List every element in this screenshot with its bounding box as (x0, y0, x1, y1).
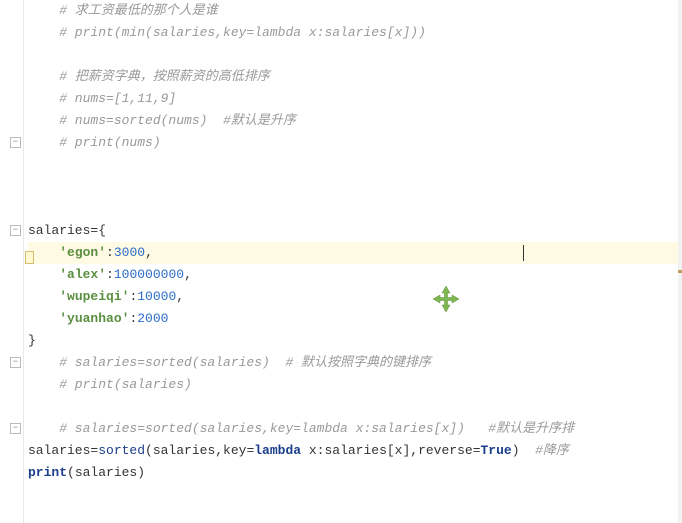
warning-highlight (25, 251, 34, 264)
caret-marker (678, 270, 682, 273)
fold-toggle-icon[interactable]: − (10, 357, 21, 368)
keyword-true: True (481, 443, 512, 458)
code-line[interactable]: − # salaries=sorted(salaries,key=lambda … (28, 418, 682, 440)
right-scrollbar-track (678, 0, 682, 523)
code-editor[interactable]: # 求工资最低的那个人是谁 # print(min(salaries,key=l… (0, 0, 682, 523)
text-cursor (523, 245, 524, 261)
code-line[interactable]: # nums=[1,11,9] (28, 88, 682, 110)
code-line[interactable] (28, 44, 682, 66)
code-line[interactable]: } (28, 330, 682, 352)
code-line[interactable] (28, 154, 682, 176)
comment-text: # print(salaries) (28, 377, 192, 392)
dict-value: 100000000 (114, 267, 184, 282)
code-line[interactable]: # print(min(salaries,key=lambda x:salari… (28, 22, 682, 44)
comment-text: # print(min(salaries,key=lambda x:salari… (28, 25, 426, 40)
code-line[interactable]: 'wupeiqi':10000, (28, 286, 682, 308)
code-line[interactable]: − # print(nums) (28, 132, 682, 154)
code-line[interactable]: # nums=sorted(nums) #默认是升序 (28, 110, 682, 132)
builtin-print: print (28, 465, 67, 480)
dict-key: 'wupeiqi' (59, 289, 129, 304)
code-line[interactable] (28, 176, 682, 198)
code-line[interactable]: 'alex':100000000, (28, 264, 682, 286)
comment-text: # salaries=sorted(salaries,key=lambda x:… (28, 421, 574, 436)
code-line[interactable]: # 把薪资字典，按照薪资的高低排序 (28, 66, 682, 88)
fold-toggle-icon[interactable]: − (10, 423, 21, 434)
fold-toggle-icon[interactable]: − (10, 137, 21, 148)
comment-text: # nums=[1,11,9] (28, 91, 176, 106)
dict-key: 'alex' (59, 267, 106, 282)
dict-value: 2000 (137, 311, 168, 326)
code-line[interactable]: # print(salaries) (28, 374, 682, 396)
code-line[interactable]: −salaries={ (28, 220, 682, 242)
dict-key: 'yuanhao' (59, 311, 129, 326)
comment-text: # print(nums) (28, 135, 161, 150)
code-line[interactable] (28, 198, 682, 220)
dict-value: 10000 (137, 289, 176, 304)
code-area[interactable]: # 求工资最低的那个人是谁 # print(min(salaries,key=l… (24, 0, 682, 523)
code-line[interactable] (28, 396, 682, 418)
code-line[interactable]: 'egon':3000, (28, 242, 682, 264)
comment-text: # 求工资最低的那个人是谁 (28, 3, 218, 18)
code-line[interactable]: # 求工资最低的那个人是谁 (28, 0, 682, 22)
code-line[interactable]: 'yuanhao':2000 (28, 308, 682, 330)
dict-value: 3000 (114, 245, 145, 260)
comment-text: # salaries=sorted(salaries) # 默认按照字典的键排序 (28, 355, 431, 370)
code-line[interactable]: salaries=sorted(salaries,key=lambda x:sa… (28, 440, 682, 462)
gutter (0, 0, 24, 523)
fold-toggle-icon[interactable]: − (10, 225, 21, 236)
code-line[interactable]: − # salaries=sorted(salaries) # 默认按照字典的键… (28, 352, 682, 374)
keyword-lambda: lambda (254, 443, 301, 458)
comment-text: #降序 (520, 443, 569, 458)
comment-text: # 把薪资字典，按照薪资的高低排序 (28, 69, 270, 84)
dict-key: 'egon' (59, 245, 106, 260)
code-line[interactable]: print(salaries) (28, 462, 682, 484)
comment-text: # nums=sorted(nums) #默认是升序 (28, 113, 296, 128)
